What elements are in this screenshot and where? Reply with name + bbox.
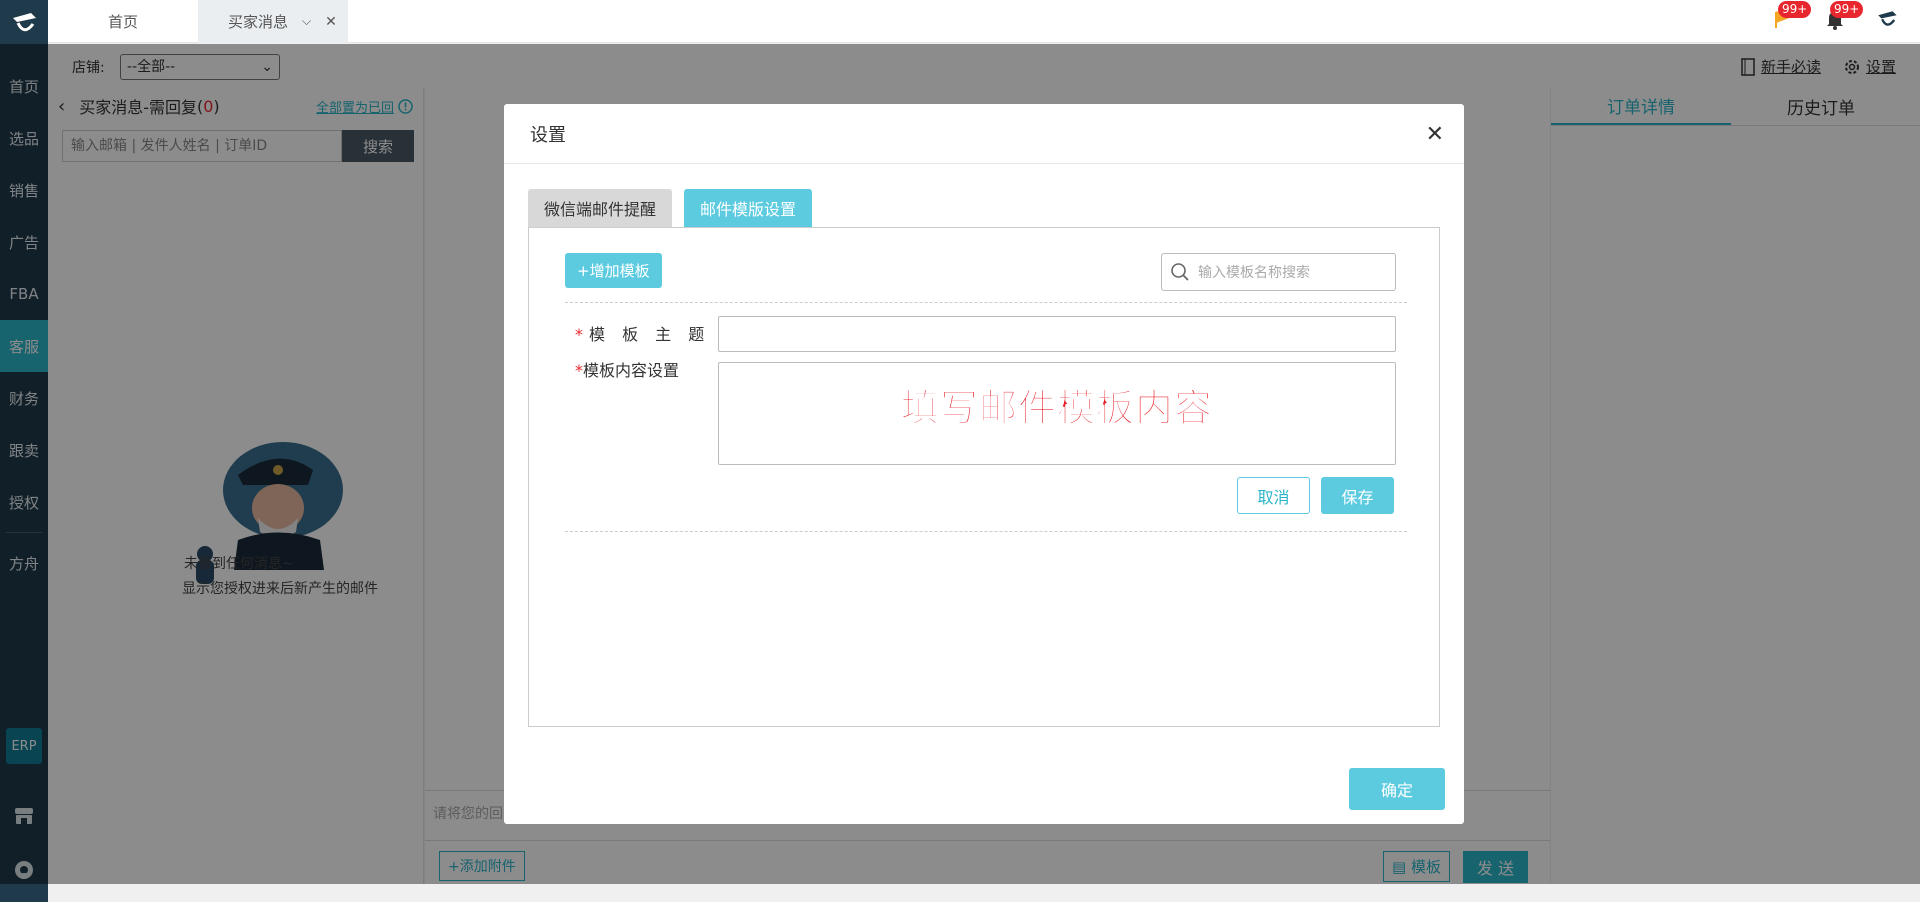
app-logo[interactable]	[0, 0, 48, 48]
bell-notification[interactable]: 99+	[1820, 1, 1864, 36]
content-label: *模板内容设置	[575, 357, 679, 381]
annotation-text: 填写邮件模板内容	[900, 386, 1213, 431]
close-icon[interactable]: ✕	[1426, 122, 1444, 147]
subject-label-text: 模 板 主 题	[589, 325, 711, 344]
add-template-button[interactable]: +增加模板	[565, 253, 662, 288]
chevron-down-icon[interactable]: ⌵	[302, 14, 311, 29]
modal-title: 设置	[530, 124, 566, 146]
tab-wechat-reminder[interactable]: 微信端邮件提醒	[528, 189, 673, 227]
user-avatar[interactable]	[1872, 4, 1902, 36]
top-right-icons: 99+ 99+	[1768, 1, 1902, 36]
captain-avatar-icon	[1878, 11, 1897, 26]
required-mark: *	[575, 361, 583, 380]
divider	[565, 302, 1407, 303]
settings-modal: 设置 ✕ 微信端邮件提醒 邮件模版设置 +增加模板 输入模板名称搜索 *模 板 …	[504, 104, 1464, 824]
tab-email-template[interactable]: 邮件模版设置	[684, 189, 813, 227]
flag-notification[interactable]: 99+	[1768, 1, 1812, 36]
search-icon	[1171, 263, 1189, 281]
modal-tabs: 微信端邮件提醒 邮件模版设置	[528, 189, 813, 227]
template-search-input[interactable]: 输入模板名称搜索	[1161, 253, 1396, 291]
tab-buyer-messages-label: 买家消息	[228, 13, 289, 31]
flag-badge: 99+	[1778, 1, 1812, 18]
divider	[565, 531, 1407, 532]
close-icon[interactable]: ✕	[325, 14, 337, 30]
status-bar	[48, 884, 1920, 902]
confirm-button[interactable]: 确定	[1349, 768, 1445, 810]
tab-buyer-messages[interactable]: 买家消息 ⌵ ✕	[198, 0, 348, 43]
cancel-button[interactable]: 取消	[1237, 477, 1310, 514]
template-settings-body: +增加模板 输入模板名称搜索 *模 板 主 题 *模板内容设置 填写邮件模板内容…	[528, 227, 1440, 727]
modal-header: 设置	[504, 104, 1464, 164]
top-tab-bar: 首页 买家消息 ⌵ ✕ 99+ 99+	[48, 0, 1920, 43]
captain-logo-icon	[13, 13, 36, 32]
template-subject-input[interactable]	[718, 316, 1396, 352]
bell-badge: 99+	[1830, 1, 1864, 18]
save-button[interactable]: 保存	[1321, 477, 1394, 514]
subject-label: *模 板 主 题	[575, 321, 710, 345]
required-mark: *	[575, 325, 589, 344]
template-search-placeholder: 输入模板名称搜索	[1198, 265, 1310, 281]
content-label-text: 模板内容设置	[583, 361, 680, 380]
tab-home[interactable]: 首页	[48, 0, 198, 43]
template-content-textarea[interactable]: 填写邮件模板内容	[718, 362, 1396, 465]
